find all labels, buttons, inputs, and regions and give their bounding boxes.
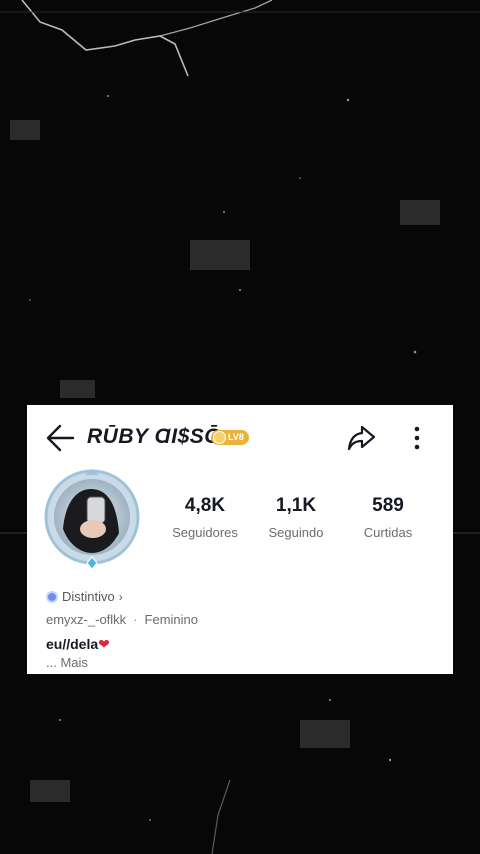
more-link[interactable]: ... Mais <box>46 655 88 670</box>
avatar[interactable] <box>43 467 141 575</box>
followers-stat[interactable]: 4,8K Seguidores <box>160 495 250 540</box>
username: RŪBY ⱭI$SŌ <box>87 425 222 448</box>
profile-top-bar: RŪBY ⱭI$SŌ LV8 <box>27 405 453 469</box>
heart-icon: ❤ <box>98 636 110 652</box>
gender: Feminino <box>144 612 198 627</box>
likes-count: 589 <box>372 495 404 516</box>
profile-meta: emyxz-_-oflkk · Feminino <box>46 612 198 627</box>
likes-stat[interactable]: 589 Curtidas <box>343 495 433 540</box>
handle: emyxz-_-oflkk <box>46 612 127 627</box>
badge-icon <box>46 590 58 603</box>
followers-count: 4,8K <box>184 495 226 516</box>
bio: eu//dela❤ <box>46 636 110 653</box>
back-arrow-icon[interactable] <box>43 423 77 453</box>
bio-text: eu//dela <box>46 636 99 652</box>
more-options-icon[interactable] <box>405 421 429 455</box>
following-count: 1,1K <box>275 495 317 516</box>
followers-label: Seguidores <box>172 525 238 540</box>
following-label: Seguindo <box>268 525 324 540</box>
level-badge-icon <box>213 431 226 444</box>
chevron-right-icon: › <box>118 589 123 604</box>
badge-link[interactable]: Distintivo › <box>46 589 123 604</box>
share-icon[interactable] <box>345 421 379 455</box>
likes-label: Curtidas <box>363 525 413 540</box>
following-stat[interactable]: 1,1K Seguindo <box>251 495 341 540</box>
meta-separator: · <box>133 612 138 627</box>
badge-label: Distintivo <box>62 589 115 604</box>
level-badge: LV8 <box>211 430 249 445</box>
profile-card: RŪBY ⱭI$SŌ LV8 4,8K Seguidores 1,1K Segu… <box>27 405 453 674</box>
